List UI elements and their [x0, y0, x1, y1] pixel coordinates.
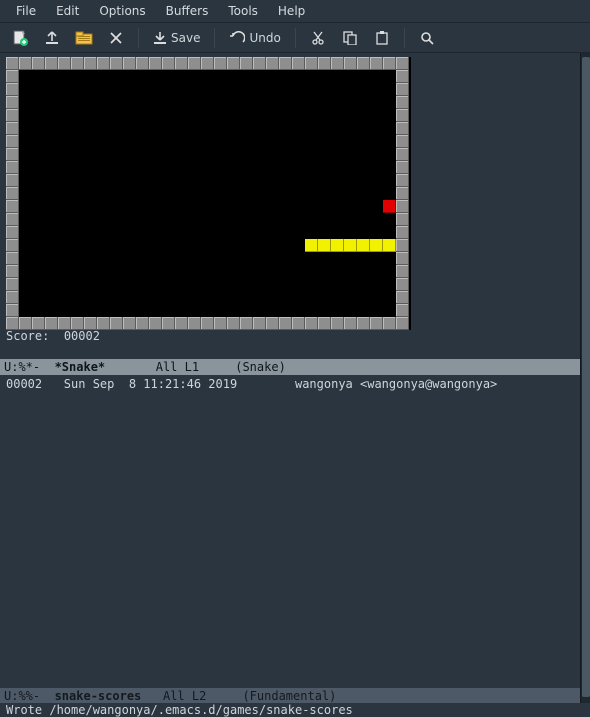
score-line: Score: 00002	[6, 329, 100, 343]
undo-button[interactable]: Undo	[223, 25, 286, 51]
menu-options[interactable]: Options	[89, 0, 155, 22]
new-file-button[interactable]	[6, 25, 34, 51]
modeline-pos: All L2	[163, 688, 206, 704]
search-button[interactable]	[413, 25, 441, 51]
modeline-flags: U:%%-	[4, 688, 40, 704]
open-button[interactable]	[38, 25, 66, 51]
minibuffer[interactable]: Wrote /home/wangonya/.emacs.d/games/snak…	[0, 703, 590, 717]
modeline-buffer: snake-scores	[55, 688, 142, 704]
menu-buffers[interactable]: Buffers	[156, 0, 219, 22]
scores-pane: 00002 Sun Sep 8 11:21:46 2019 wangonya <…	[0, 375, 578, 687]
close-button[interactable]	[102, 25, 130, 51]
toolbar-separator	[404, 28, 405, 48]
cut-button[interactable]	[304, 25, 332, 51]
paste-button[interactable]	[368, 25, 396, 51]
score-entry: 00002 Sun Sep 8 11:21:46 2019 wangonya <…	[0, 375, 578, 391]
toolbar-separator	[138, 28, 139, 48]
toolbar-separator	[295, 28, 296, 48]
undo-label: Undo	[249, 31, 280, 45]
modeline-mode: (Fundamental)	[242, 688, 336, 704]
scrollbar[interactable]	[580, 53, 590, 705]
modeline-snake[interactable]: U:%*- *Snake* All L1 (Snake)	[0, 359, 580, 375]
snake-pane	[0, 53, 590, 356]
menu-edit[interactable]: Edit	[46, 0, 89, 22]
modeline-scores[interactable]: U:%%- snake-scores All L2 (Fundamental)	[0, 688, 580, 704]
modeline-mode: (Snake)	[235, 359, 286, 375]
snake-board[interactable]	[6, 57, 411, 330]
toolbar: Save Undo	[0, 23, 590, 53]
menu-tools[interactable]: Tools	[218, 0, 268, 22]
toolbar-separator	[214, 28, 215, 48]
save-button[interactable]: Save	[147, 25, 206, 51]
save-label: Save	[171, 31, 200, 45]
copy-button[interactable]	[336, 25, 364, 51]
modeline-flags: U:%*-	[4, 359, 40, 375]
folder-button[interactable]	[70, 25, 98, 51]
menu-file[interactable]: File	[6, 0, 46, 22]
scrollbar-thumb[interactable]	[582, 57, 590, 697]
score-label: Score:	[6, 329, 49, 343]
menu-help[interactable]: Help	[268, 0, 315, 22]
modeline-buffer: *Snake*	[55, 359, 106, 375]
menu-bar: FileEditOptionsBuffersToolsHelp	[0, 0, 590, 23]
modeline-pos: All L1	[156, 359, 199, 375]
score-value: 00002	[64, 329, 100, 343]
